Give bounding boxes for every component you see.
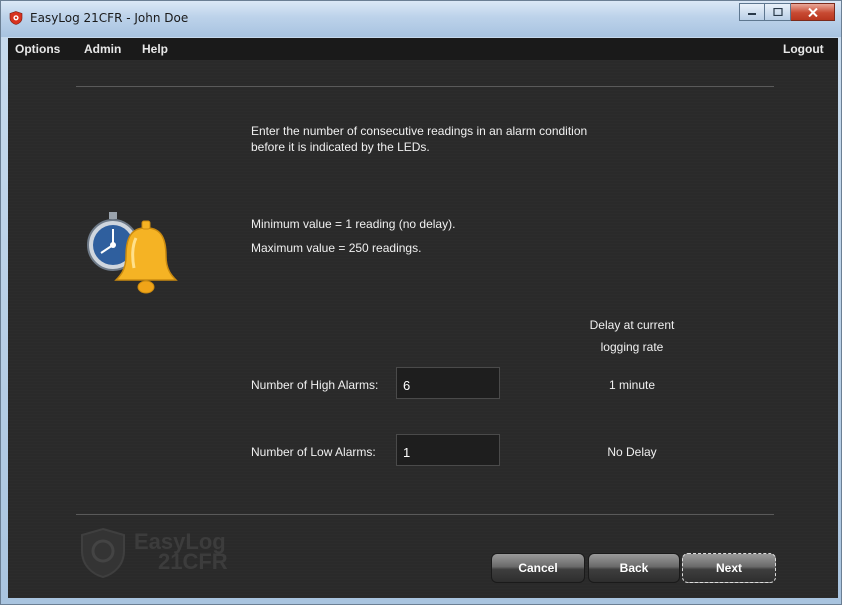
app-logo-icon <box>9 11 23 25</box>
low-alarms-input[interactable]: 1 <box>396 434 500 466</box>
logo-text-line-2: 21CFR <box>158 549 228 574</box>
maximize-button[interactable] <box>765 3 791 21</box>
menu-options[interactable]: Options <box>15 42 60 56</box>
menu-help[interactable]: Help <box>142 42 168 56</box>
instruction-line-2: before it is indicated by the LEDs. <box>251 140 430 154</box>
bottom-divider <box>76 514 774 515</box>
minimum-value-text: Minimum value = 1 reading (no delay). <box>251 217 456 231</box>
shield-icon <box>81 527 125 579</box>
title-bar[interactable]: EasyLog 21CFR - John Doe <box>1 1 841 37</box>
low-alarms-delay: No Delay <box>607 445 657 459</box>
top-divider <box>76 86 774 87</box>
minimize-button[interactable] <box>739 3 765 21</box>
cancel-button[interactable]: Cancel <box>491 553 585 583</box>
menu-admin[interactable]: Admin <box>84 42 121 56</box>
window-title: EasyLog 21CFR - John Doe <box>30 11 189 25</box>
high-alarms-label: Number of High Alarms: <box>251 378 379 392</box>
stopwatch-bell-icon <box>87 212 178 294</box>
delay-header-line-2: logging rate <box>600 340 664 354</box>
high-alarms-delay: 1 minute <box>608 378 656 392</box>
logout-link[interactable]: Logout <box>783 42 824 56</box>
menu-bar: Options Admin Help Logout <box>8 38 838 60</box>
minimize-icon <box>748 13 756 15</box>
close-icon <box>807 7 818 17</box>
low-alarms-label: Number of Low Alarms: <box>251 445 376 459</box>
wizard-panel: Enter the number of consecutive readings… <box>8 60 838 598</box>
close-button[interactable] <box>791 3 835 21</box>
next-button[interactable]: Next <box>682 553 776 583</box>
maximize-icon <box>772 8 783 16</box>
back-button[interactable]: Back <box>588 553 680 583</box>
maximum-value-text: Maximum value = 250 readings. <box>251 241 422 255</box>
easylog-logo: EasyLog 21CFR <box>78 527 228 584</box>
high-alarms-input[interactable]: 6 <box>396 367 500 399</box>
app-window: EasyLog 21CFR - John Doe Options Admin H… <box>0 0 842 605</box>
delay-header-line-1: Delay at current <box>589 318 675 332</box>
window-controls <box>739 3 835 21</box>
